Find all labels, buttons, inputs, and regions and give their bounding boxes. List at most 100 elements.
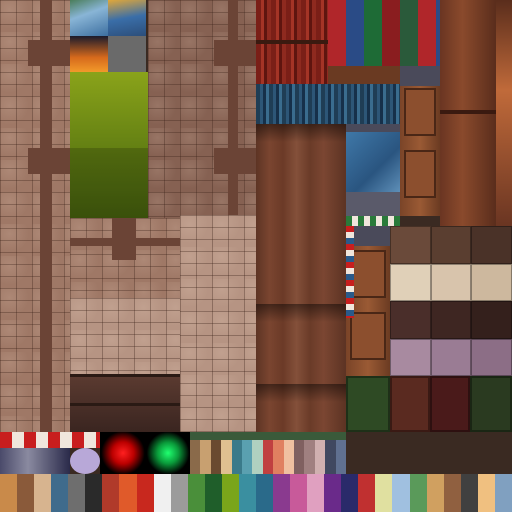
wood-edge — [496, 0, 512, 226]
color-swatch — [273, 474, 291, 512]
color-swatch — [324, 474, 342, 512]
panel-divider — [70, 403, 180, 406]
trim-strip — [190, 432, 346, 440]
color-swatch — [283, 440, 295, 474]
color-swatch — [307, 474, 325, 512]
window-sill — [346, 192, 400, 216]
color-swatch — [102, 474, 120, 512]
color-swatch — [409, 474, 427, 512]
wood-shade — [256, 304, 346, 334]
door-panel — [404, 88, 436, 136]
panel-cell — [390, 263, 431, 301]
shelf-wood — [328, 66, 400, 84]
color-swatch — [170, 474, 188, 512]
swatch-row-mid — [190, 440, 347, 474]
stone-panel — [70, 298, 180, 374]
color-swatch — [375, 474, 393, 512]
color-swatch — [136, 474, 154, 512]
color-swatch — [204, 474, 222, 512]
color-swatch — [335, 440, 347, 474]
red-glow — [100, 432, 146, 474]
green-glow — [146, 432, 190, 474]
color-swatch — [187, 474, 205, 512]
color-swatch — [325, 440, 336, 474]
color-swatch — [494, 474, 512, 512]
pillar-bracket — [214, 40, 256, 66]
cabinet-olive — [470, 376, 512, 432]
stone-bracket — [112, 218, 136, 260]
color-swatch — [210, 440, 222, 474]
color-swatch — [304, 440, 315, 474]
panel-cell — [471, 301, 512, 339]
door-top — [400, 66, 440, 86]
shelf-plank — [256, 40, 328, 44]
color-swatch — [290, 474, 308, 512]
color-swatch — [200, 440, 211, 474]
color-swatch — [358, 474, 376, 512]
wood-plank-right — [440, 0, 496, 226]
cabinet-brown — [390, 376, 430, 432]
striped-edge — [346, 226, 354, 318]
pillar-bracket — [214, 148, 256, 174]
stone-panel — [70, 218, 180, 298]
panel-cell — [390, 226, 431, 264]
striped-awning — [0, 432, 100, 448]
bookshelf-red — [256, 0, 328, 84]
pillar-bracket — [28, 148, 70, 174]
metal-strip — [0, 448, 70, 474]
color-swatch — [221, 474, 239, 512]
color-swatch — [477, 474, 495, 512]
color-swatch — [460, 474, 478, 512]
cabinet-maroon — [430, 376, 470, 432]
panel-cell — [430, 301, 472, 339]
window-glass — [346, 132, 400, 192]
stone-pillar-left — [0, 0, 70, 432]
dark-stone-panel — [70, 374, 180, 432]
door-panel — [404, 150, 436, 198]
color-swatch — [153, 474, 171, 512]
panel-cell — [471, 226, 512, 264]
color-swatch — [341, 474, 359, 512]
bookshelf-blue — [256, 84, 400, 124]
thumbnail-photo — [70, 0, 108, 36]
door-panel — [350, 312, 386, 360]
wood-panel-large — [256, 124, 346, 432]
grass-shade — [70, 148, 148, 218]
plank-joint — [440, 110, 496, 114]
wood-shade — [256, 384, 346, 414]
color-swatch — [0, 474, 18, 512]
stone-block-light — [180, 215, 256, 432]
panel-cell — [390, 301, 431, 339]
color-swatch — [51, 474, 69, 512]
color-swatch — [314, 440, 326, 474]
striped-trim — [346, 216, 400, 226]
orb-icon — [70, 448, 100, 474]
color-swatch — [231, 440, 243, 474]
panel-cell — [430, 263, 472, 301]
panel-cell — [430, 226, 472, 264]
color-swatch — [252, 440, 263, 474]
pillar-strap — [228, 0, 238, 215]
color-swatch — [294, 440, 305, 474]
color-swatch — [255, 474, 273, 512]
panel-cell — [390, 338, 431, 376]
color-swatch — [190, 440, 201, 474]
color-swatch — [392, 474, 410, 512]
color-swatch — [238, 474, 256, 512]
panel-cell — [430, 338, 472, 376]
cabinet-green — [346, 376, 390, 432]
pillar-bracket — [28, 40, 70, 66]
color-swatch — [262, 440, 274, 474]
color-swatch — [426, 474, 444, 512]
door-panel — [350, 250, 386, 298]
color-swatch — [443, 474, 461, 512]
colored-books — [328, 0, 440, 66]
grey-tile — [108, 36, 146, 72]
thumbnail-photo — [108, 0, 146, 36]
panel-cell — [471, 263, 512, 301]
wooden-door — [400, 66, 440, 216]
swatch-row-bottom — [0, 474, 512, 512]
color-swatch — [17, 474, 35, 512]
color-swatch — [119, 474, 137, 512]
texture-atlas — [0, 0, 512, 512]
